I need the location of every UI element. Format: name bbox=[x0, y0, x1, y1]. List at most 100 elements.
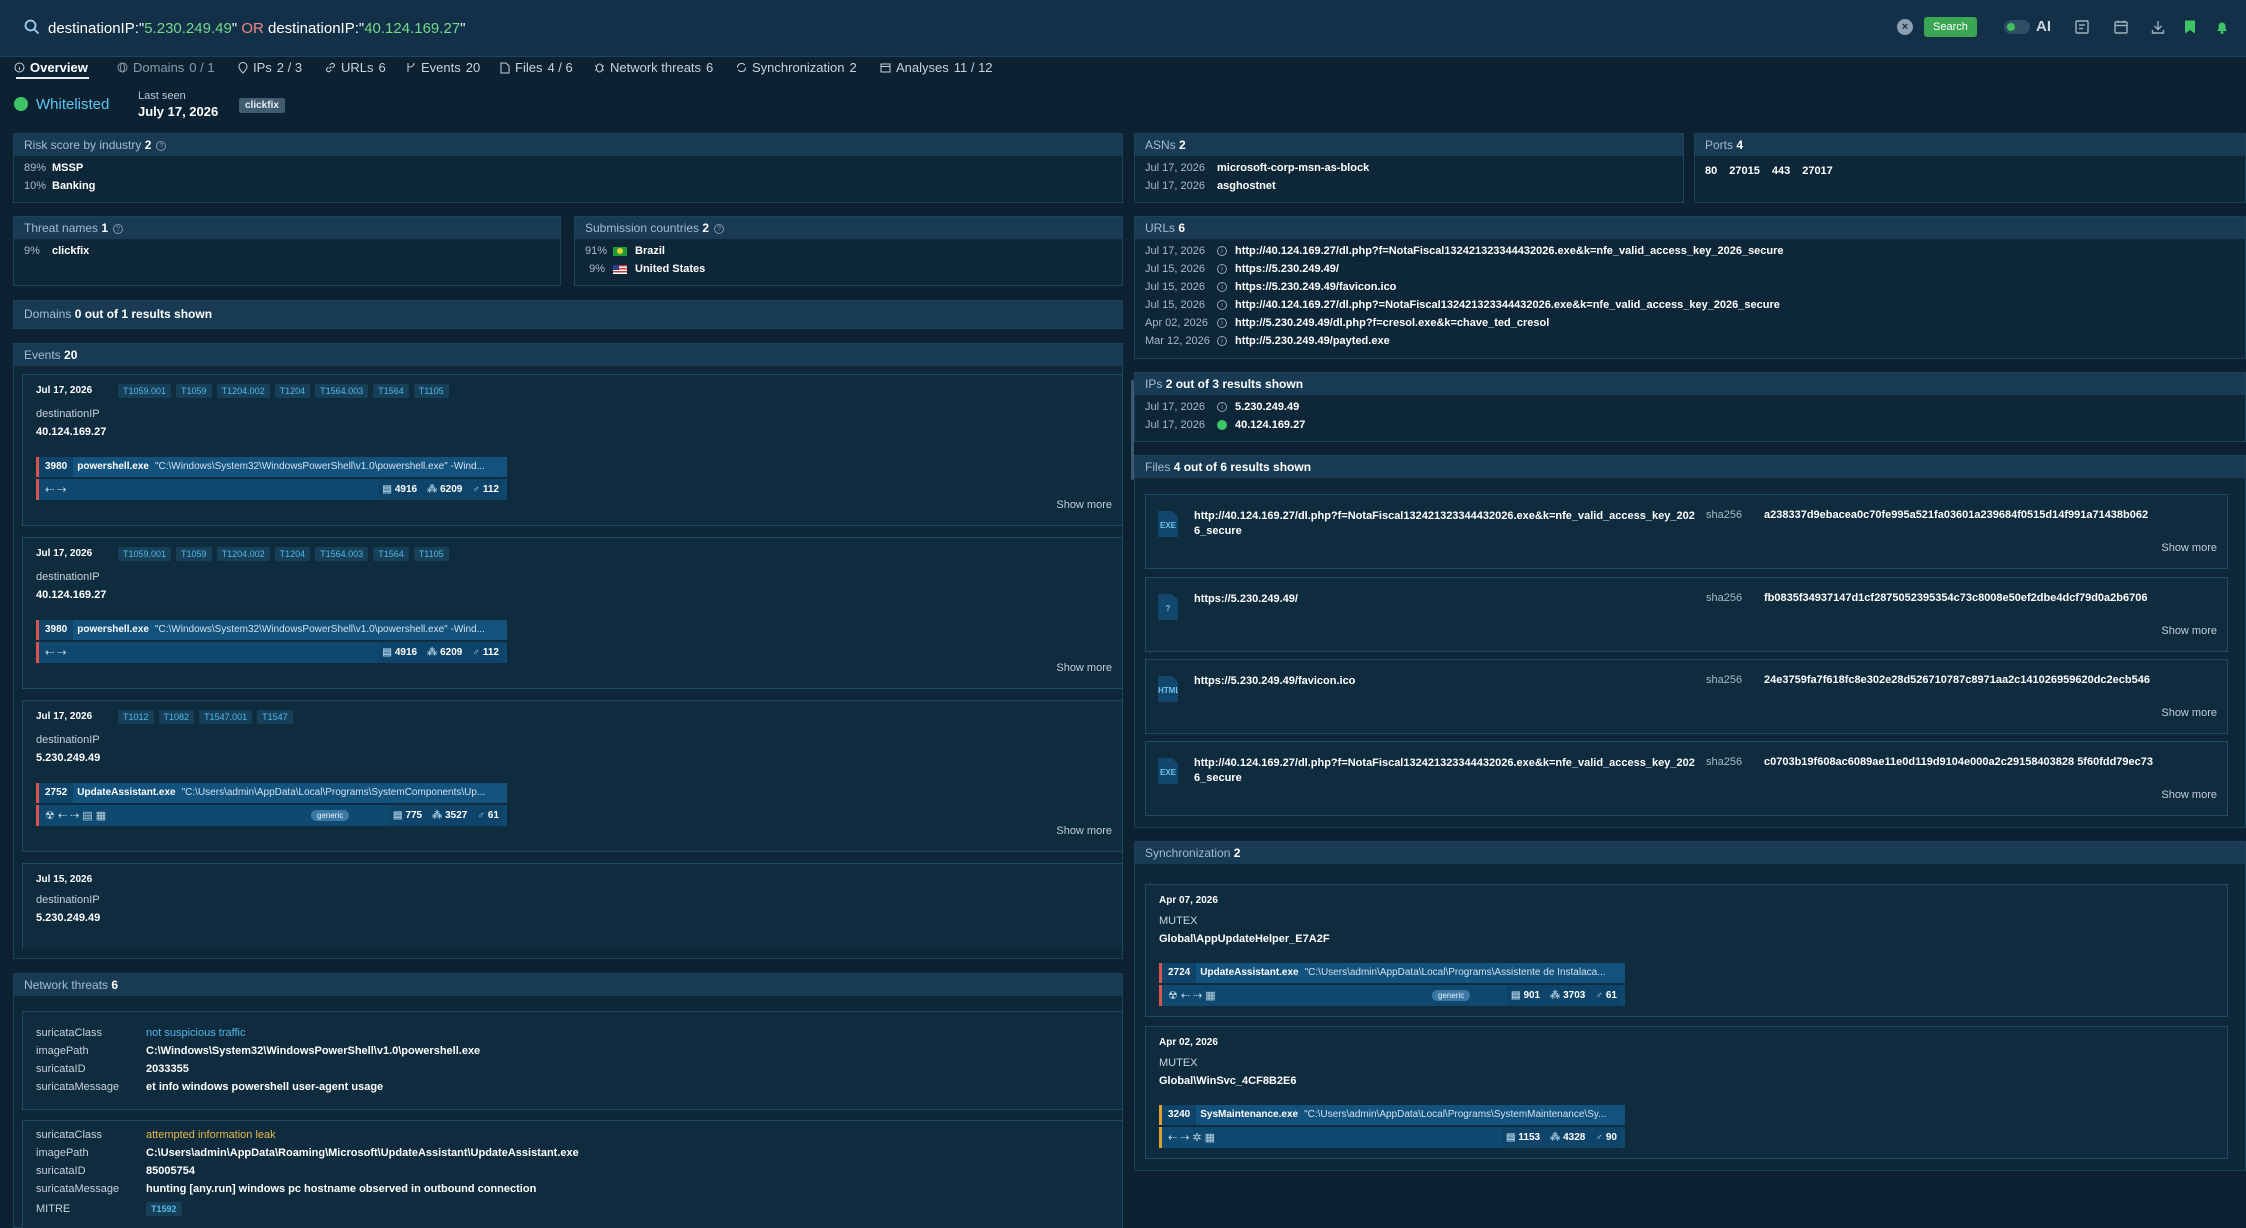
mitre-tag[interactable]: T1059 bbox=[176, 547, 212, 561]
mitre-tag[interactable]: T1059.001 bbox=[118, 547, 172, 561]
process-card[interactable]: 3980 powershell.exe "C:\Windows\System32\W… bbox=[36, 620, 507, 663]
download-icon[interactable] bbox=[2150, 19, 2166, 35]
mitre-tag[interactable]: T1564.003 bbox=[315, 384, 369, 398]
search-button[interactable]: Search bbox=[1924, 17, 1977, 37]
url-row[interactable]: Jul 15, 2026 i https://5.230.249.49/ bbox=[1145, 260, 2235, 278]
url-row[interactable]: Jul 15, 2026 i https://5.230.249.49/favico… bbox=[1145, 278, 2235, 296]
process-card[interactable]: 3980 powershell.exe "C:\Windows\System32\W… bbox=[36, 457, 507, 500]
tab-overview[interactable]: Overview bbox=[14, 60, 88, 75]
mitre-tags: T1059.001 T1059 T1204.002 T1204 T1564.003 T15… bbox=[118, 384, 449, 398]
ip-row[interactable]: Jul 17, 2026 i 5.230.249.49 bbox=[1145, 398, 2235, 416]
network-threat-item[interactable]: suricataClass not suspicious traffic imag… bbox=[22, 1011, 1123, 1110]
show-more-link[interactable]: Show more bbox=[2161, 625, 2217, 637]
mitre-tag[interactable]: T1592 bbox=[146, 1202, 182, 1216]
sync-icon bbox=[736, 62, 747, 73]
mitre-tag[interactable]: T1204 bbox=[274, 547, 311, 561]
url-row[interactable]: Mar 12, 2026 i http://5.230.249.49/payted.… bbox=[1145, 332, 2235, 350]
process-pid: 3980 bbox=[39, 620, 74, 640]
mitre-tag[interactable]: T1564 bbox=[373, 547, 409, 561]
tab-urls[interactable]: URLs 6 bbox=[325, 60, 386, 75]
suricata-class-row: suricataClass not suspicious traffic bbox=[36, 1027, 246, 1039]
filter-icon[interactable] bbox=[2074, 19, 2090, 35]
file-item[interactable]: HTML https://5.230.249.49/favicon.ico sh… bbox=[1145, 659, 2228, 734]
threat-tag[interactable]: clickfix bbox=[239, 98, 285, 113]
info-icon: i bbox=[1217, 300, 1227, 310]
mitre-tag[interactable]: T1082 bbox=[158, 710, 195, 724]
mitre-tag[interactable]: T1059.001 bbox=[118, 384, 172, 398]
mitre-tag[interactable]: T1204.002 bbox=[216, 547, 270, 561]
url-row[interactable]: Apr 02, 2026 i http://5.230.249.49/dl.php?… bbox=[1145, 314, 2235, 332]
bookmark-icon[interactable] bbox=[2183, 19, 2197, 35]
port[interactable]: 443 bbox=[1772, 165, 1790, 177]
process-card[interactable]: 2752 UpdateAssistant.exe "C:\Users\admin\A… bbox=[36, 783, 507, 826]
info-icon: i bbox=[1217, 318, 1227, 328]
mitre-tag[interactable]: T1012 bbox=[118, 710, 154, 724]
port[interactable]: 27017 bbox=[1802, 165, 1833, 177]
clear-search-icon[interactable]: × bbox=[1897, 19, 1913, 35]
domains-header[interactable]: Domains 0 out of 1 results shown bbox=[14, 301, 1122, 328]
show-more-link[interactable]: Show more bbox=[2161, 542, 2217, 554]
threat-name-row[interactable]: 9% clickfix bbox=[24, 242, 550, 260]
show-more-link[interactable]: Show more bbox=[1056, 825, 1112, 837]
link-icon bbox=[326, 62, 335, 73]
event-field-label: destinationIP bbox=[36, 408, 100, 420]
mitre-tag[interactable]: T1105 bbox=[413, 384, 449, 398]
event-item: Jul 15, 2026 destinationIP 5.230.249.49 bbox=[22, 863, 1123, 949]
show-more-link[interactable]: Show more bbox=[2161, 789, 2217, 801]
calendar-icon[interactable] bbox=[2113, 19, 2129, 35]
process-card[interactable]: 2724 UpdateAssistant.exe "C:\Users\admin\A… bbox=[1159, 963, 1625, 1006]
port[interactable]: 27015 bbox=[1729, 165, 1760, 177]
bell-icon[interactable] bbox=[2214, 19, 2230, 35]
tab-network-threats[interactable]: Network threats 6 bbox=[594, 60, 713, 75]
tab-files[interactable]: Files 4 / 6 bbox=[500, 60, 573, 75]
url-row[interactable]: Jul 17, 2026 i http://40.124.169.27/dl.php… bbox=[1145, 242, 2235, 260]
process-card[interactable]: 3240 SysMaintenance.exe "C:\Users\admin\Ap… bbox=[1159, 1105, 1625, 1148]
mitre-tag[interactable]: T1204.002 bbox=[216, 384, 270, 398]
ai-toggle[interactable] bbox=[2004, 20, 2030, 34]
asn-row[interactable]: Jul 17, 2026 asghostnet bbox=[1145, 177, 1673, 195]
help-icon[interactable]: ? bbox=[113, 223, 124, 234]
show-more-link[interactable]: Show more bbox=[1056, 662, 1112, 674]
asn-row[interactable]: Jul 17, 2026 microsoft-corp-msn-as-block bbox=[1145, 159, 1673, 177]
mitre-tag[interactable]: T1059 bbox=[176, 384, 212, 398]
tab-events[interactable]: Events 20 bbox=[406, 60, 480, 75]
file-item[interactable]: ? https://5.230.249.49/ sha256 fb0835f34… bbox=[1145, 577, 2228, 652]
file-url: https://5.230.249.49/ bbox=[1194, 593, 1298, 605]
image-path-row: imagePath C:\Windows\System32\WindowsPowe… bbox=[36, 1045, 481, 1057]
ip-row[interactable]: Jul 17, 2026 40.124.169.27 bbox=[1145, 416, 2235, 434]
process-footer: ☢⇠⇢▦ generic ▤ 901 ⁂ 3703 ♂ 61 bbox=[1159, 985, 1625, 1006]
tab-bar: Overview Domains 0 / 1 IPs 2 / 3 URLs 6 Eve… bbox=[0, 57, 2246, 79]
file-item[interactable]: EXE http://40.124.169.27/dl.php?f=NotaFi… bbox=[1145, 494, 2228, 569]
port[interactable]: 80 bbox=[1705, 165, 1717, 177]
mitre-tag[interactable]: T1547.001 bbox=[199, 710, 253, 724]
mitre-tag[interactable]: T1204 bbox=[274, 384, 311, 398]
network-threats-header: Network threats 6 bbox=[14, 974, 1122, 996]
urls-header: URLs 6 bbox=[1135, 217, 2245, 239]
tab-ips[interactable]: IPs 2 / 3 bbox=[238, 60, 302, 75]
image-path-row: imagePath C:\Users\admin\AppData\Roaming\… bbox=[36, 1147, 579, 1159]
info-icon: i bbox=[1217, 282, 1227, 292]
threat-names-header: Threat names 1? bbox=[14, 217, 560, 239]
files-card: Files 4 out of 6 results shown EXE http:… bbox=[1134, 455, 2246, 828]
search-input[interactable]: destinationIP:"5.230.249.49" OR destinat… bbox=[48, 20, 465, 37]
mitre-tag[interactable]: T1564 bbox=[373, 384, 409, 398]
network-threats-card: Network threats 6 suricataClass not suspi… bbox=[13, 973, 1123, 1228]
file-item[interactable]: EXE http://40.124.169.27/dl.php?f=NotaFi… bbox=[1145, 741, 2228, 816]
help-icon[interactable]: ? bbox=[714, 223, 725, 234]
tab-analyses[interactable]: Analyses 11 / 12 bbox=[880, 60, 993, 75]
network-threat-item[interactable]: suricataClass attempted information leak … bbox=[22, 1120, 1123, 1228]
sha256-label: sha256 bbox=[1706, 674, 1743, 686]
sha256-label: sha256 bbox=[1706, 509, 1743, 521]
module-icon: ♂ bbox=[472, 647, 480, 658]
mitre-tag[interactable]: T1547 bbox=[257, 710, 293, 724]
mitre-tag[interactable]: T1564.003 bbox=[315, 547, 369, 561]
url-row[interactable]: Jul 15, 2026 i http://40.124.169.27/dl.php… bbox=[1145, 296, 2235, 314]
tab-synchronization[interactable]: Synchronization 2 bbox=[736, 60, 857, 75]
mitre-tag[interactable]: T1105 bbox=[413, 547, 449, 561]
process-cmd: "C:\Users\admin\AppData\Local\Programs\S… bbox=[1304, 1109, 1607, 1120]
show-more-link[interactable]: Show more bbox=[1056, 499, 1112, 511]
help-icon[interactable]: ? bbox=[156, 140, 167, 151]
tab-domains[interactable]: Domains 0 / 1 bbox=[117, 60, 215, 75]
show-more-link[interactable]: Show more bbox=[2161, 707, 2217, 719]
registry-icon: ⁂ bbox=[427, 484, 438, 495]
